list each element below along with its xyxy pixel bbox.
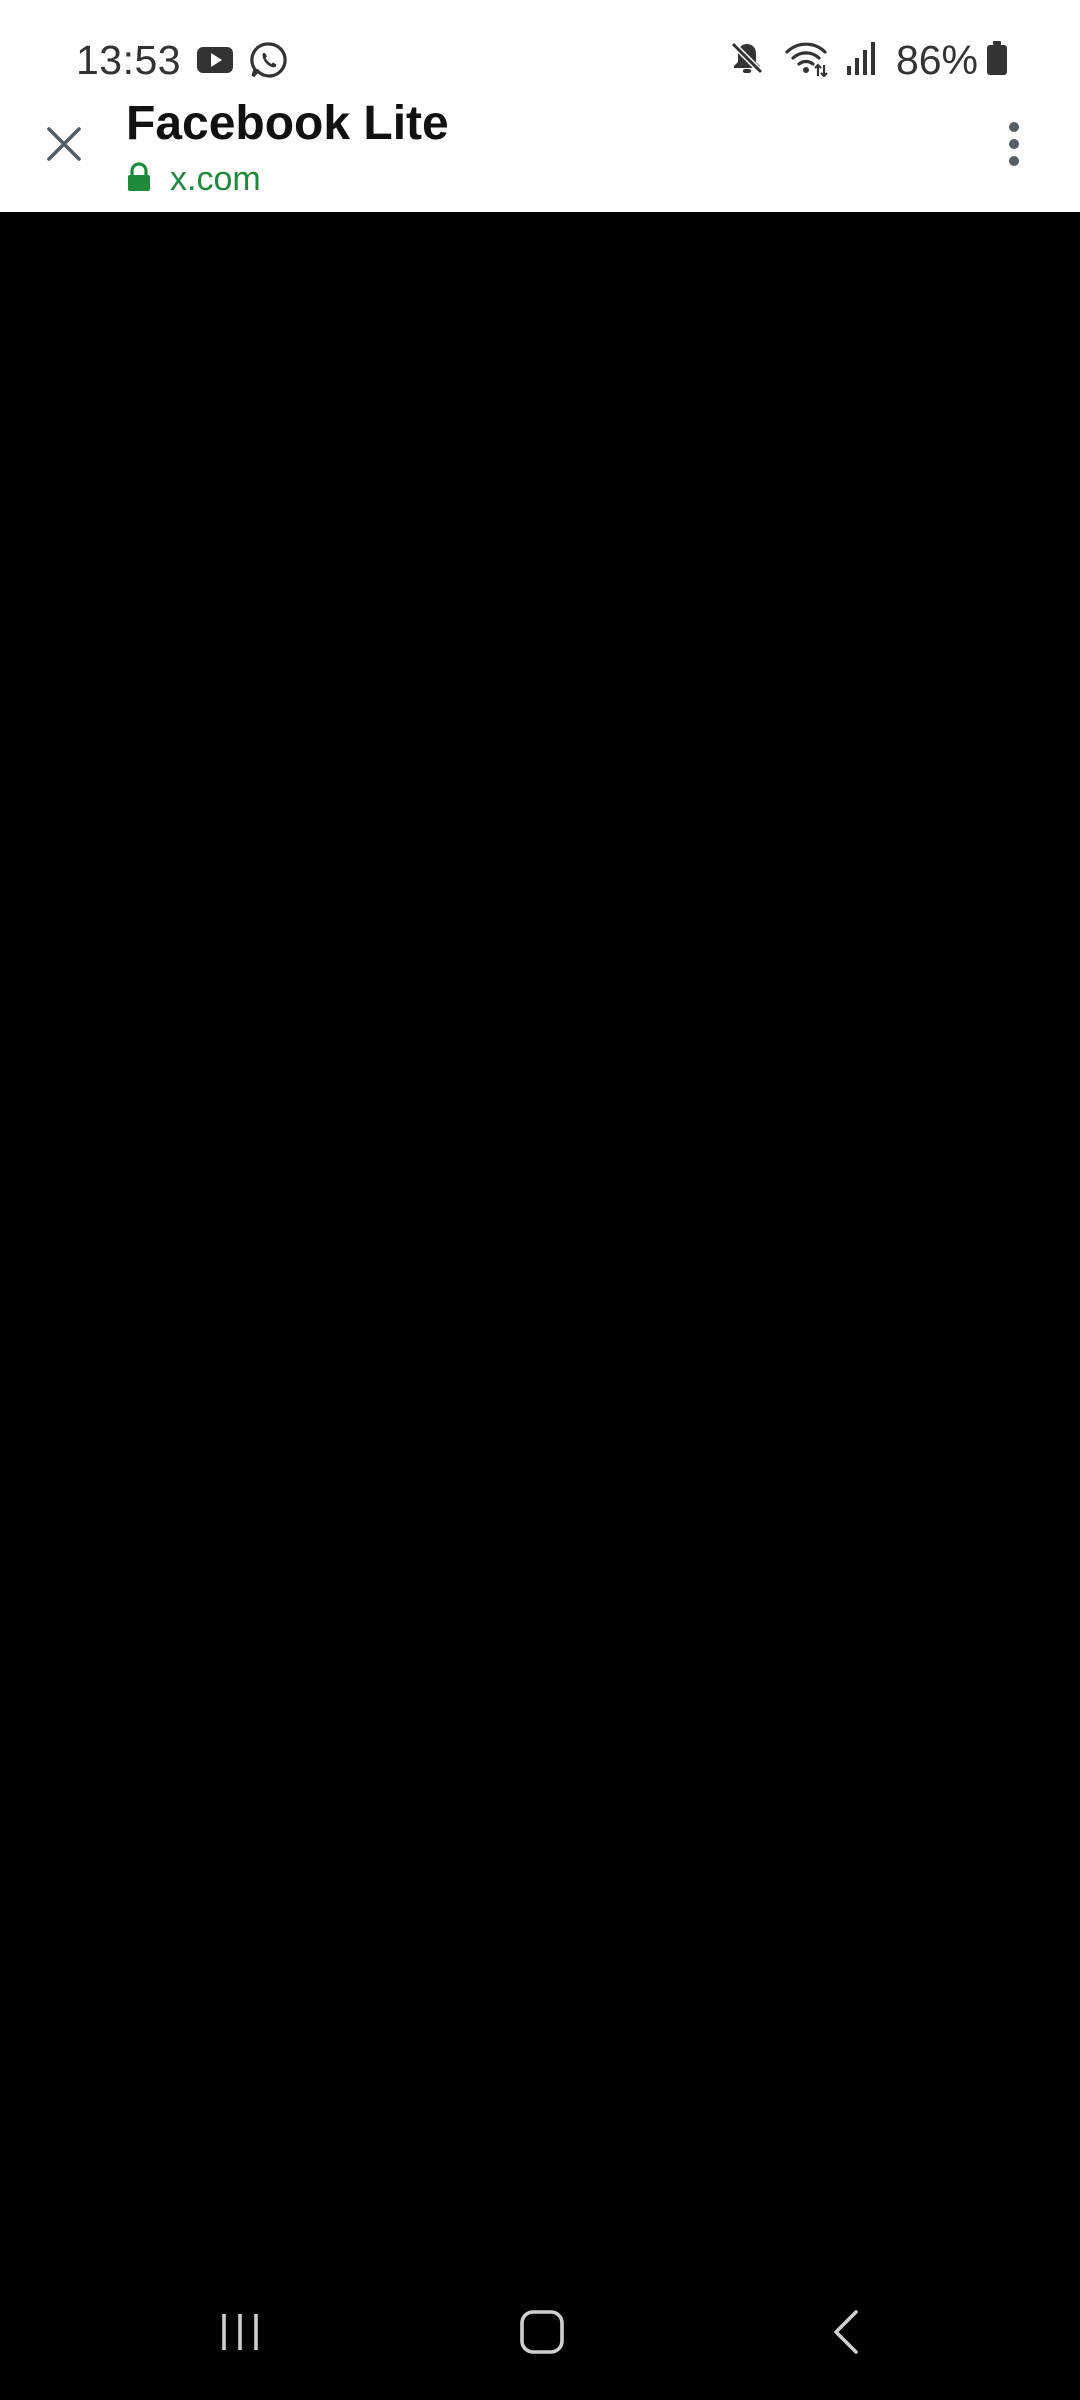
battery-percent: 86% (895, 36, 978, 83)
web-content[interactable] (0, 212, 1080, 2268)
navigation-bar (0, 2268, 1080, 2400)
recents-icon (218, 2310, 262, 2359)
page-title: Facebook Lite (126, 97, 449, 150)
clock: 13:53 (76, 36, 182, 83)
wifi-icon (784, 39, 828, 82)
recents-button[interactable] (190, 2292, 290, 2376)
more-options-button[interactable] (984, 116, 1044, 176)
url-row[interactable]: x.com (126, 160, 261, 199)
status-left: 13:53 (76, 30, 289, 90)
status-right: 86% (710, 30, 1008, 90)
close-icon (46, 126, 82, 167)
signal-icon (846, 40, 876, 81)
home-button[interactable] (492, 2292, 592, 2376)
custom-tab-toolbar: Facebook Lite x.com (0, 90, 1080, 212)
home-icon (518, 2308, 566, 2361)
back-icon (828, 2308, 864, 2361)
screen: 13:53 86% Facebook Lite x.com (0, 0, 1080, 2400)
mute-icon (728, 39, 766, 82)
close-button[interactable] (36, 118, 92, 174)
whatsapp-icon (249, 40, 289, 80)
battery-icon (986, 40, 1008, 81)
more-vert-icon (1007, 121, 1021, 172)
back-button[interactable] (796, 2292, 896, 2376)
youtube-icon (195, 40, 235, 80)
status-bar: 13:53 86% (0, 0, 1080, 90)
lock-icon (126, 162, 152, 197)
url-text: x.com (170, 160, 261, 198)
